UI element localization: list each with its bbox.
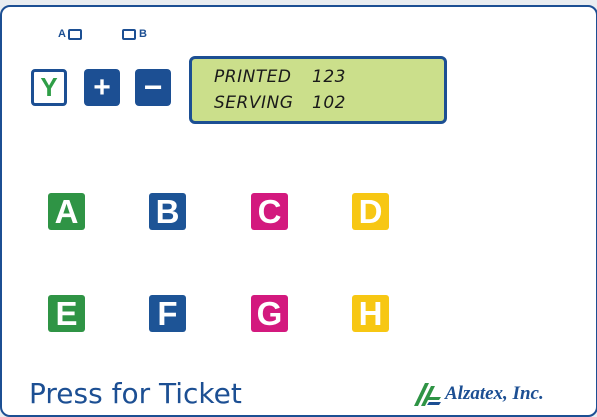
- kiosk-panel: A B Y + − PRINTED 123 SERVING 102 A B C …: [0, 5, 597, 417]
- service-e-button[interactable]: E: [48, 295, 85, 332]
- service-a-button[interactable]: A: [48, 193, 85, 230]
- mode-b-indicator: B: [122, 28, 147, 40]
- serving-label: SERVING: [214, 93, 294, 113]
- serving-value: 102: [312, 93, 346, 113]
- brand-name: Alzatex, Inc.: [445, 383, 544, 404]
- service-c-button[interactable]: C: [251, 193, 288, 230]
- printed-row: PRINTED 123: [214, 64, 444, 90]
- service-g-button[interactable]: G: [251, 295, 288, 332]
- mode-b-box-icon: [122, 28, 136, 40]
- minus-button[interactable]: −: [135, 69, 171, 106]
- service-d-button[interactable]: D: [352, 193, 389, 230]
- printed-value: 123: [312, 67, 346, 87]
- press-for-ticket-text: Press for Ticket: [29, 377, 242, 410]
- service-f-button[interactable]: F: [149, 295, 186, 332]
- mode-a-indicator: A: [58, 28, 82, 40]
- serving-row: SERVING 102: [214, 90, 444, 116]
- alzatex-logo-icon: [412, 381, 442, 407]
- mode-b-label: B: [139, 28, 147, 40]
- brand-logo: Alzatex, Inc.: [412, 381, 544, 407]
- mode-a-box-icon: [67, 28, 82, 40]
- printed-label: PRINTED: [214, 67, 292, 87]
- service-b-button[interactable]: B: [149, 193, 186, 230]
- lcd-display: PRINTED 123 SERVING 102: [189, 56, 447, 124]
- y-button[interactable]: Y: [31, 69, 67, 106]
- service-h-button[interactable]: H: [352, 295, 389, 332]
- mode-a-label: A: [58, 28, 66, 40]
- plus-button[interactable]: +: [84, 69, 120, 106]
